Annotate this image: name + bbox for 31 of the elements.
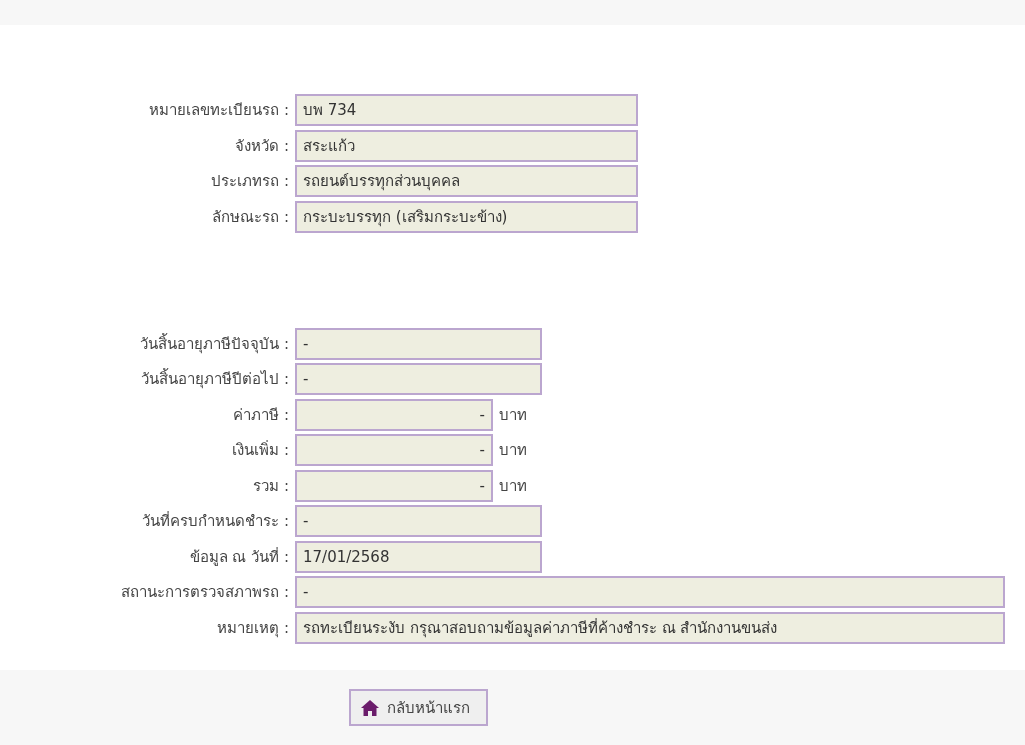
unit-label: บาท [499, 475, 527, 497]
field-label: วันสิ้นอายุภาษีปีต่อไป : [140, 367, 289, 391]
input-field[interactable]: - [295, 505, 542, 537]
input-field[interactable]: กระบะบรรทุก (เสริมกระบะข้าง) [295, 200, 638, 233]
field-label: ลักษณะรถ : [211, 206, 289, 228]
input-field[interactable]: รถทะเบียนระงับ กรุณาสอบถามข้อมูลค่าภาษีที่ค้างชำระ ณ สำนักงานขนส่ง [295, 611, 1005, 644]
home-button[interactable]: กลับหน้าแรก [349, 689, 488, 726]
input-field[interactable]: - [295, 327, 542, 360]
unit-label: บาท [499, 440, 527, 461]
input-field[interactable]: - [295, 576, 1005, 608]
home-icon [361, 699, 379, 716]
field-label: ประเภทรถ : [210, 171, 289, 192]
input-field[interactable]: รถยนต์บรรทุกส่วนบุคคล [295, 165, 638, 197]
field-label: สถานะการตรวจสภาพรถ : [120, 582, 289, 603]
input-field[interactable]: - [295, 469, 493, 502]
field-label: ข้อมูล ณ วันที่ : [188, 546, 289, 568]
field-label: ค่าภาษี : [232, 404, 289, 426]
input-field[interactable]: - [295, 363, 542, 395]
input-field[interactable]: - [295, 434, 493, 466]
input-field[interactable]: - [295, 398, 493, 431]
input-field[interactable]: สระแก้ว [295, 129, 638, 162]
field-label: หมายเหตุ : [216, 617, 289, 640]
unit-label: บาท [499, 404, 527, 426]
field-label: รวม : [252, 475, 289, 497]
input-field[interactable]: บพ 734 [295, 94, 638, 126]
field-label: วันสิ้นอายุภาษีปัจจุบัน : [139, 332, 289, 356]
field-label: เงินเพิ่ม : [231, 439, 289, 461]
field-label: วันที่ครบกำหนดชำระ : [141, 510, 289, 532]
field-label: จังหวัด : [234, 135, 289, 157]
input-field[interactable]: 17/01/2568 [295, 540, 542, 573]
field-label: หมายเลขทะเบียนรถ : [148, 100, 289, 121]
